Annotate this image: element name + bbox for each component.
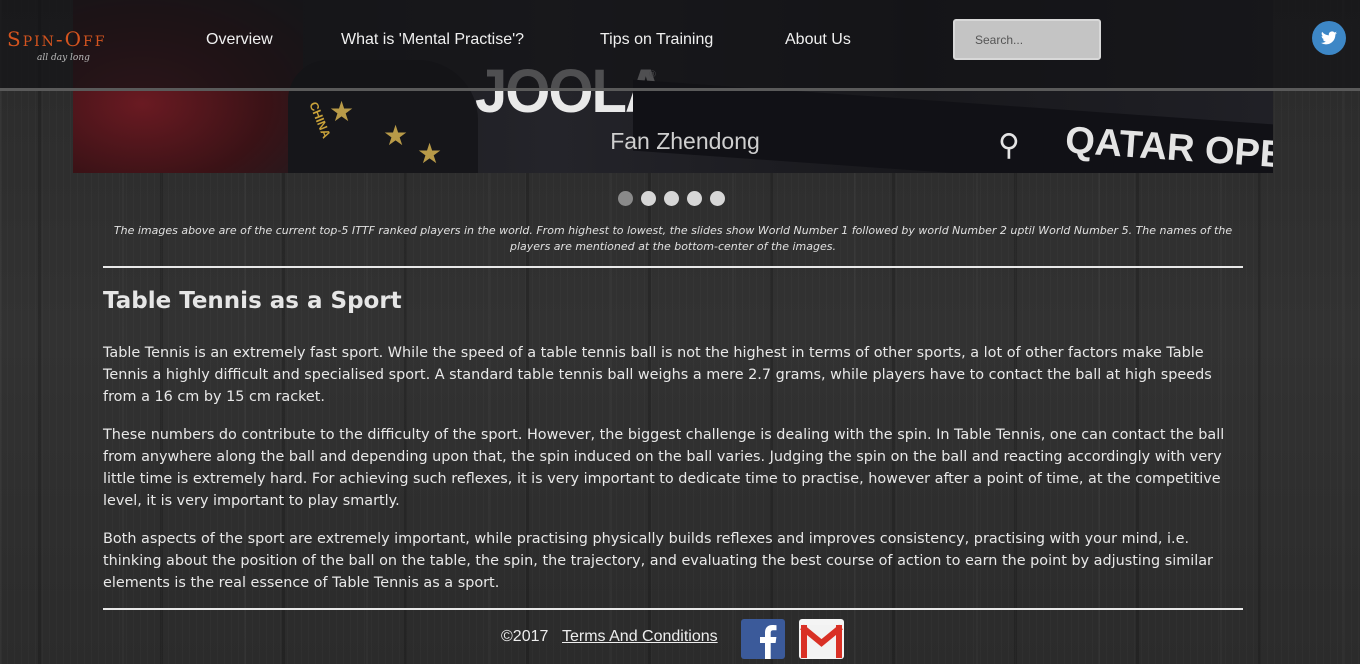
slider-dots xyxy=(618,191,725,206)
facebook-icon[interactable] xyxy=(741,619,785,659)
nav-mental-practise[interactable]: What is 'Mental Practise'? xyxy=(341,31,524,49)
site-logo[interactable]: Spin-Off all day long xyxy=(7,27,106,63)
slider-dot-4[interactable] xyxy=(687,191,702,206)
twitter-icon[interactable] xyxy=(1312,21,1346,55)
terms-link[interactable]: Terms And Conditions xyxy=(562,628,718,646)
nav-tips-on-training[interactable]: Tips on Training xyxy=(600,31,713,49)
article-paragraph-1: Table Tennis is an extremely fast sport.… xyxy=(103,345,1212,405)
slider-note: The images above are of the current top-… xyxy=(113,224,1233,253)
article-title: Table Tennis as a Sport xyxy=(103,288,402,314)
nav-about-us[interactable]: About Us xyxy=(785,31,851,49)
logo-tagline: all day long xyxy=(37,53,90,63)
divider-top xyxy=(103,266,1243,268)
star-icon: ★ xyxy=(329,95,355,128)
article-paragraph-2: These numbers do contribute to the diffi… xyxy=(103,427,1225,509)
nav-overview[interactable]: Overview xyxy=(206,31,273,49)
gmail-icon[interactable] xyxy=(799,619,844,659)
search-input[interactable] xyxy=(953,19,1101,60)
slider-dot-2[interactable] xyxy=(641,191,656,206)
article-paragraph-3: Both aspects of the sport are extremely … xyxy=(103,531,1213,591)
slider-dot-1[interactable] xyxy=(618,191,633,206)
slider-dot-3[interactable] xyxy=(664,191,679,206)
logo-name: Spin-Off xyxy=(7,27,107,51)
slider-dot-5[interactable] xyxy=(710,191,725,206)
slide-caption: Fan Zhendong xyxy=(610,128,760,154)
copyright: ©2017 xyxy=(501,628,549,645)
site-header: Spin-Off all day long Overview What is '… xyxy=(0,0,1360,91)
divider-bottom xyxy=(103,608,1243,610)
